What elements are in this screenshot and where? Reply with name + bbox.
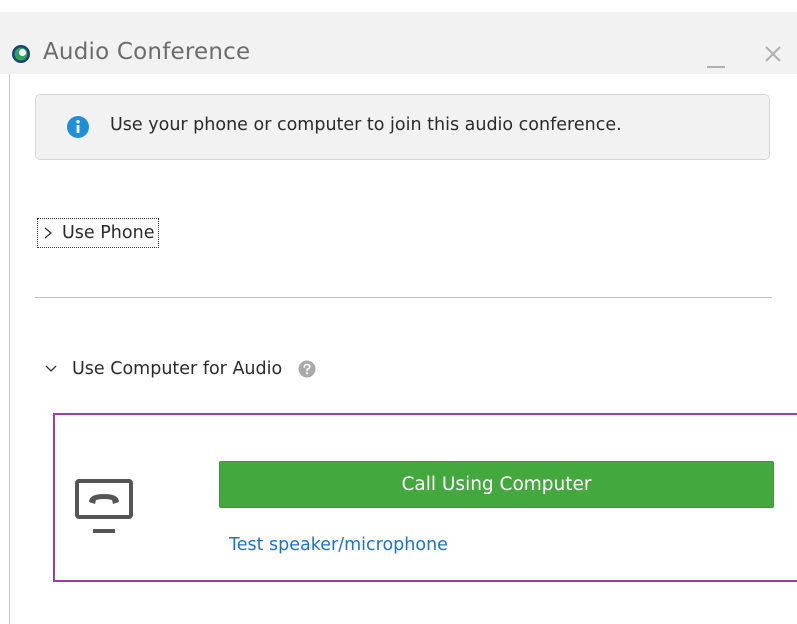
help-icon[interactable] — [298, 360, 316, 378]
use-computer-toggle[interactable]: Use Computer for Audio — [44, 359, 316, 379]
use-phone-toggle[interactable]: Use Phone — [37, 218, 160, 248]
info-message: Use your phone or computer to join this … — [110, 115, 622, 135]
app-logo-icon — [12, 45, 30, 63]
minimize-button[interactable] — [697, 36, 733, 72]
minimize-icon — [707, 66, 725, 68]
audio-conference-window: Audio Conference Use your phone or compu… — [0, 0, 797, 624]
window-top-edge — [0, 0, 797, 12]
use-computer-label: Use Computer for Audio — [72, 359, 283, 379]
computer-audio-panel: Call Using Computer Test speaker/microph… — [53, 413, 797, 582]
close-icon — [765, 46, 781, 62]
use-phone-label: Use Phone — [62, 223, 155, 243]
window-title: Audio Conference — [43, 39, 251, 65]
chevron-right-icon — [44, 227, 53, 239]
section-divider — [35, 297, 772, 298]
chevron-down-icon — [45, 365, 57, 372]
test-speaker-microphone-link[interactable]: Test speaker/microphone — [229, 535, 448, 555]
call-using-computer-button[interactable]: Call Using Computer — [219, 461, 774, 508]
window-left-border — [9, 74, 10, 624]
computer-phone-icon — [75, 479, 133, 533]
close-button[interactable] — [755, 36, 791, 72]
info-icon — [67, 116, 89, 138]
title-bar[interactable]: Audio Conference — [0, 12, 797, 74]
info-banner: Use your phone or computer to join this … — [35, 94, 770, 160]
